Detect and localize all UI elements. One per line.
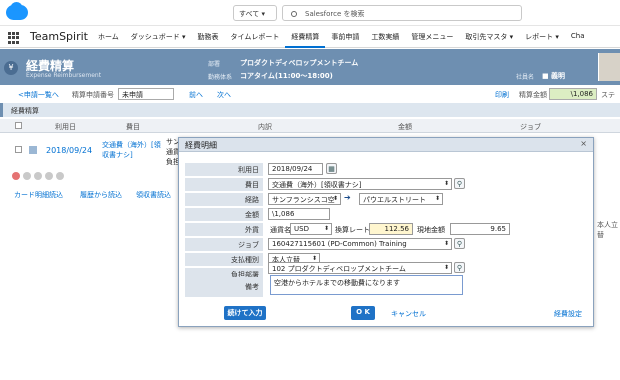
row-expense-1[interactable]: 交通費（海外）[領 (102, 140, 161, 150)
dept-select[interactable]: 102 プロダクトディベロップメントチーム (268, 262, 452, 274)
col-detail: 内訳 (258, 123, 272, 131)
nav-tab[interactable]: レポート ▾ (519, 26, 565, 48)
page-subtitle: Expense Reimbursement (26, 72, 102, 79)
date-input[interactable]: 2018/09/24 (268, 163, 323, 175)
back-to-list-link[interactable]: <申請一覧へ (18, 90, 59, 100)
nav-tab[interactable]: タイムレポート (225, 26, 286, 48)
nav-tab[interactable]: 事前申請 (325, 26, 365, 48)
work-label: 勤務体系 (208, 74, 233, 81)
row-controls (12, 172, 64, 180)
continue-entry-button[interactable]: 続けて入力 (224, 306, 266, 320)
local-amount-input[interactable]: 9.65 (450, 223, 510, 235)
prev-link[interactable]: 前へ (189, 90, 203, 100)
nav-tab[interactable]: 工数実績 (365, 26, 405, 48)
dept-value: プロダクトディベロップメントチーム (240, 59, 359, 67)
rate-label: 換算レート (335, 226, 370, 234)
memo-textarea[interactable]: 空港からホテルまでの移動費になります (270, 275, 463, 295)
dept-label: 部署 (208, 61, 221, 68)
calendar-icon[interactable]: ▦ (326, 163, 337, 174)
expense-detail-dialog: 経費明細 × 利用日 2018/09/24 ▦ 費目 交通費（海外）[領収書ナシ… (178, 137, 594, 327)
row-edit-icon[interactable] (29, 146, 37, 154)
row-checkbox[interactable] (15, 146, 22, 153)
total-amount: \1,086 (549, 88, 597, 100)
route-label: 経路 (185, 193, 263, 206)
global-header: すべて ▾ Salesforce を検索 (0, 0, 620, 26)
local-amount-label: 現地金額 (417, 226, 445, 234)
app-nav-bar: TeamSpirit ホーム ダッシュボード ▾ 勤務表 タイムレポート 経費精算 事前申… (0, 26, 620, 48)
move-down-icon[interactable] (56, 172, 64, 180)
currency-select[interactable]: USD (290, 223, 332, 235)
avatar[interactable] (598, 53, 620, 81)
next-link[interactable]: 次へ (217, 90, 231, 100)
page-header: ¥ 経費精算 Expense Reimbursement 部署 プロダクトディベ… (0, 49, 620, 85)
move-up-icon[interactable] (45, 172, 53, 180)
close-icon[interactable]: × (580, 139, 587, 148)
receipt-import-link[interactable]: 領収書読込 (136, 190, 171, 200)
payment-label: 支払種別 (185, 253, 263, 266)
app-name: TeamSpirit (30, 30, 88, 43)
salesforce-logo[interactable] (6, 2, 28, 20)
ok-button[interactable]: O K (351, 306, 375, 320)
search-placeholder: Salesforce を検索 (305, 10, 365, 18)
request-no-label: 精算申請番号 (72, 91, 114, 99)
select-all-checkbox[interactable] (15, 122, 22, 129)
expense-select[interactable]: 交通費（海外）[領収書ナシ] (268, 178, 452, 190)
app-launcher-icon[interactable] (8, 32, 20, 44)
request-no-select[interactable]: 未申請 (118, 88, 174, 100)
rate-input[interactable]: 112.56 (369, 223, 413, 235)
total-label: 精算金額 (519, 91, 547, 99)
table-header: 利用日 費目 内訳 金額 ジョブ (0, 119, 620, 133)
expense-label: 費目 (185, 178, 263, 191)
copy-row-icon[interactable] (34, 172, 42, 180)
job-label: ジョブ (185, 238, 263, 251)
amount-input[interactable]: \1,086 (268, 208, 330, 220)
delete-row-icon[interactable] (23, 172, 31, 180)
job-select[interactable]: 160427115601 (PD-Common) Training (268, 238, 452, 250)
dialog-title: 経費明細 (185, 141, 217, 150)
yen-icon: ¥ (4, 61, 18, 75)
employee-value: ■ 義明 (542, 72, 566, 80)
col-expense: 費目 (126, 123, 140, 131)
nav-tab[interactable]: ホーム (92, 26, 125, 48)
nav-tab[interactable]: 管理メニュー (405, 26, 459, 48)
nav-tab[interactable]: 経費精算 (285, 26, 326, 48)
row-date[interactable]: 2018/09/24 (46, 146, 92, 155)
employee-label: 社員名 (516, 74, 535, 81)
nav-tab[interactable]: ダッシュボード ▾ (125, 26, 192, 48)
job-search-icon[interactable]: ⚲ (454, 238, 465, 249)
currency-label: 通貨名 (270, 226, 291, 234)
search-icon (291, 11, 297, 17)
date-label: 利用日 (185, 163, 263, 176)
route-to-select[interactable]: パウエルストリート (359, 193, 443, 205)
memo-label: 備考 (185, 277, 263, 297)
add-row-icon[interactable] (12, 172, 20, 180)
expense-settings-link[interactable]: 経費設定 (554, 309, 582, 319)
dept-search-icon[interactable]: ⚲ (454, 262, 465, 273)
history-import-link[interactable]: 履歴から読込 (80, 190, 122, 200)
col-job: ジョブ (520, 123, 541, 131)
col-date: 利用日 (55, 123, 76, 131)
row-expense-2[interactable]: 収書ナシ] (102, 150, 133, 160)
nav-tabs: ホーム ダッシュボード ▾ 勤務表 タイムレポート 経費精算 事前申請 工数実績 管理メニュー… (92, 26, 591, 48)
global-search-input[interactable]: Salesforce を検索 (282, 5, 522, 21)
payment-note: 本人立替 (597, 221, 618, 239)
foreign-label: 外貨 (185, 223, 263, 236)
nav-tab[interactable]: Cha (565, 26, 591, 48)
print-link[interactable]: 印刷 (495, 90, 509, 100)
expense-toolbar: <申請一覧へ 精算申請番号 未申請 前へ 次へ 印刷 精算金額 \1,086 ス… (0, 86, 620, 109)
amount-label: 金額 (185, 208, 263, 221)
route-from-select[interactable]: サンフランシスコ空 (268, 193, 341, 205)
dialog-header: 経費明細 × (179, 138, 593, 152)
route-arrow-icon[interactable]: ➔ (344, 193, 351, 202)
card-import-link[interactable]: カード明細読込 (14, 190, 63, 200)
nav-tab[interactable]: 勤務表 (192, 26, 225, 48)
nav-tab[interactable]: 取引先マスタ ▾ (459, 26, 519, 48)
section-title: 経費精算 (0, 103, 620, 117)
col-amount: 金額 (398, 123, 412, 131)
search-scope-select[interactable]: すべて ▾ (233, 5, 277, 21)
work-value: コアタイム(11:00～18:00) (240, 72, 333, 80)
cancel-link[interactable]: キャンセル (391, 309, 426, 319)
expense-search-icon[interactable]: ⚲ (454, 178, 465, 189)
